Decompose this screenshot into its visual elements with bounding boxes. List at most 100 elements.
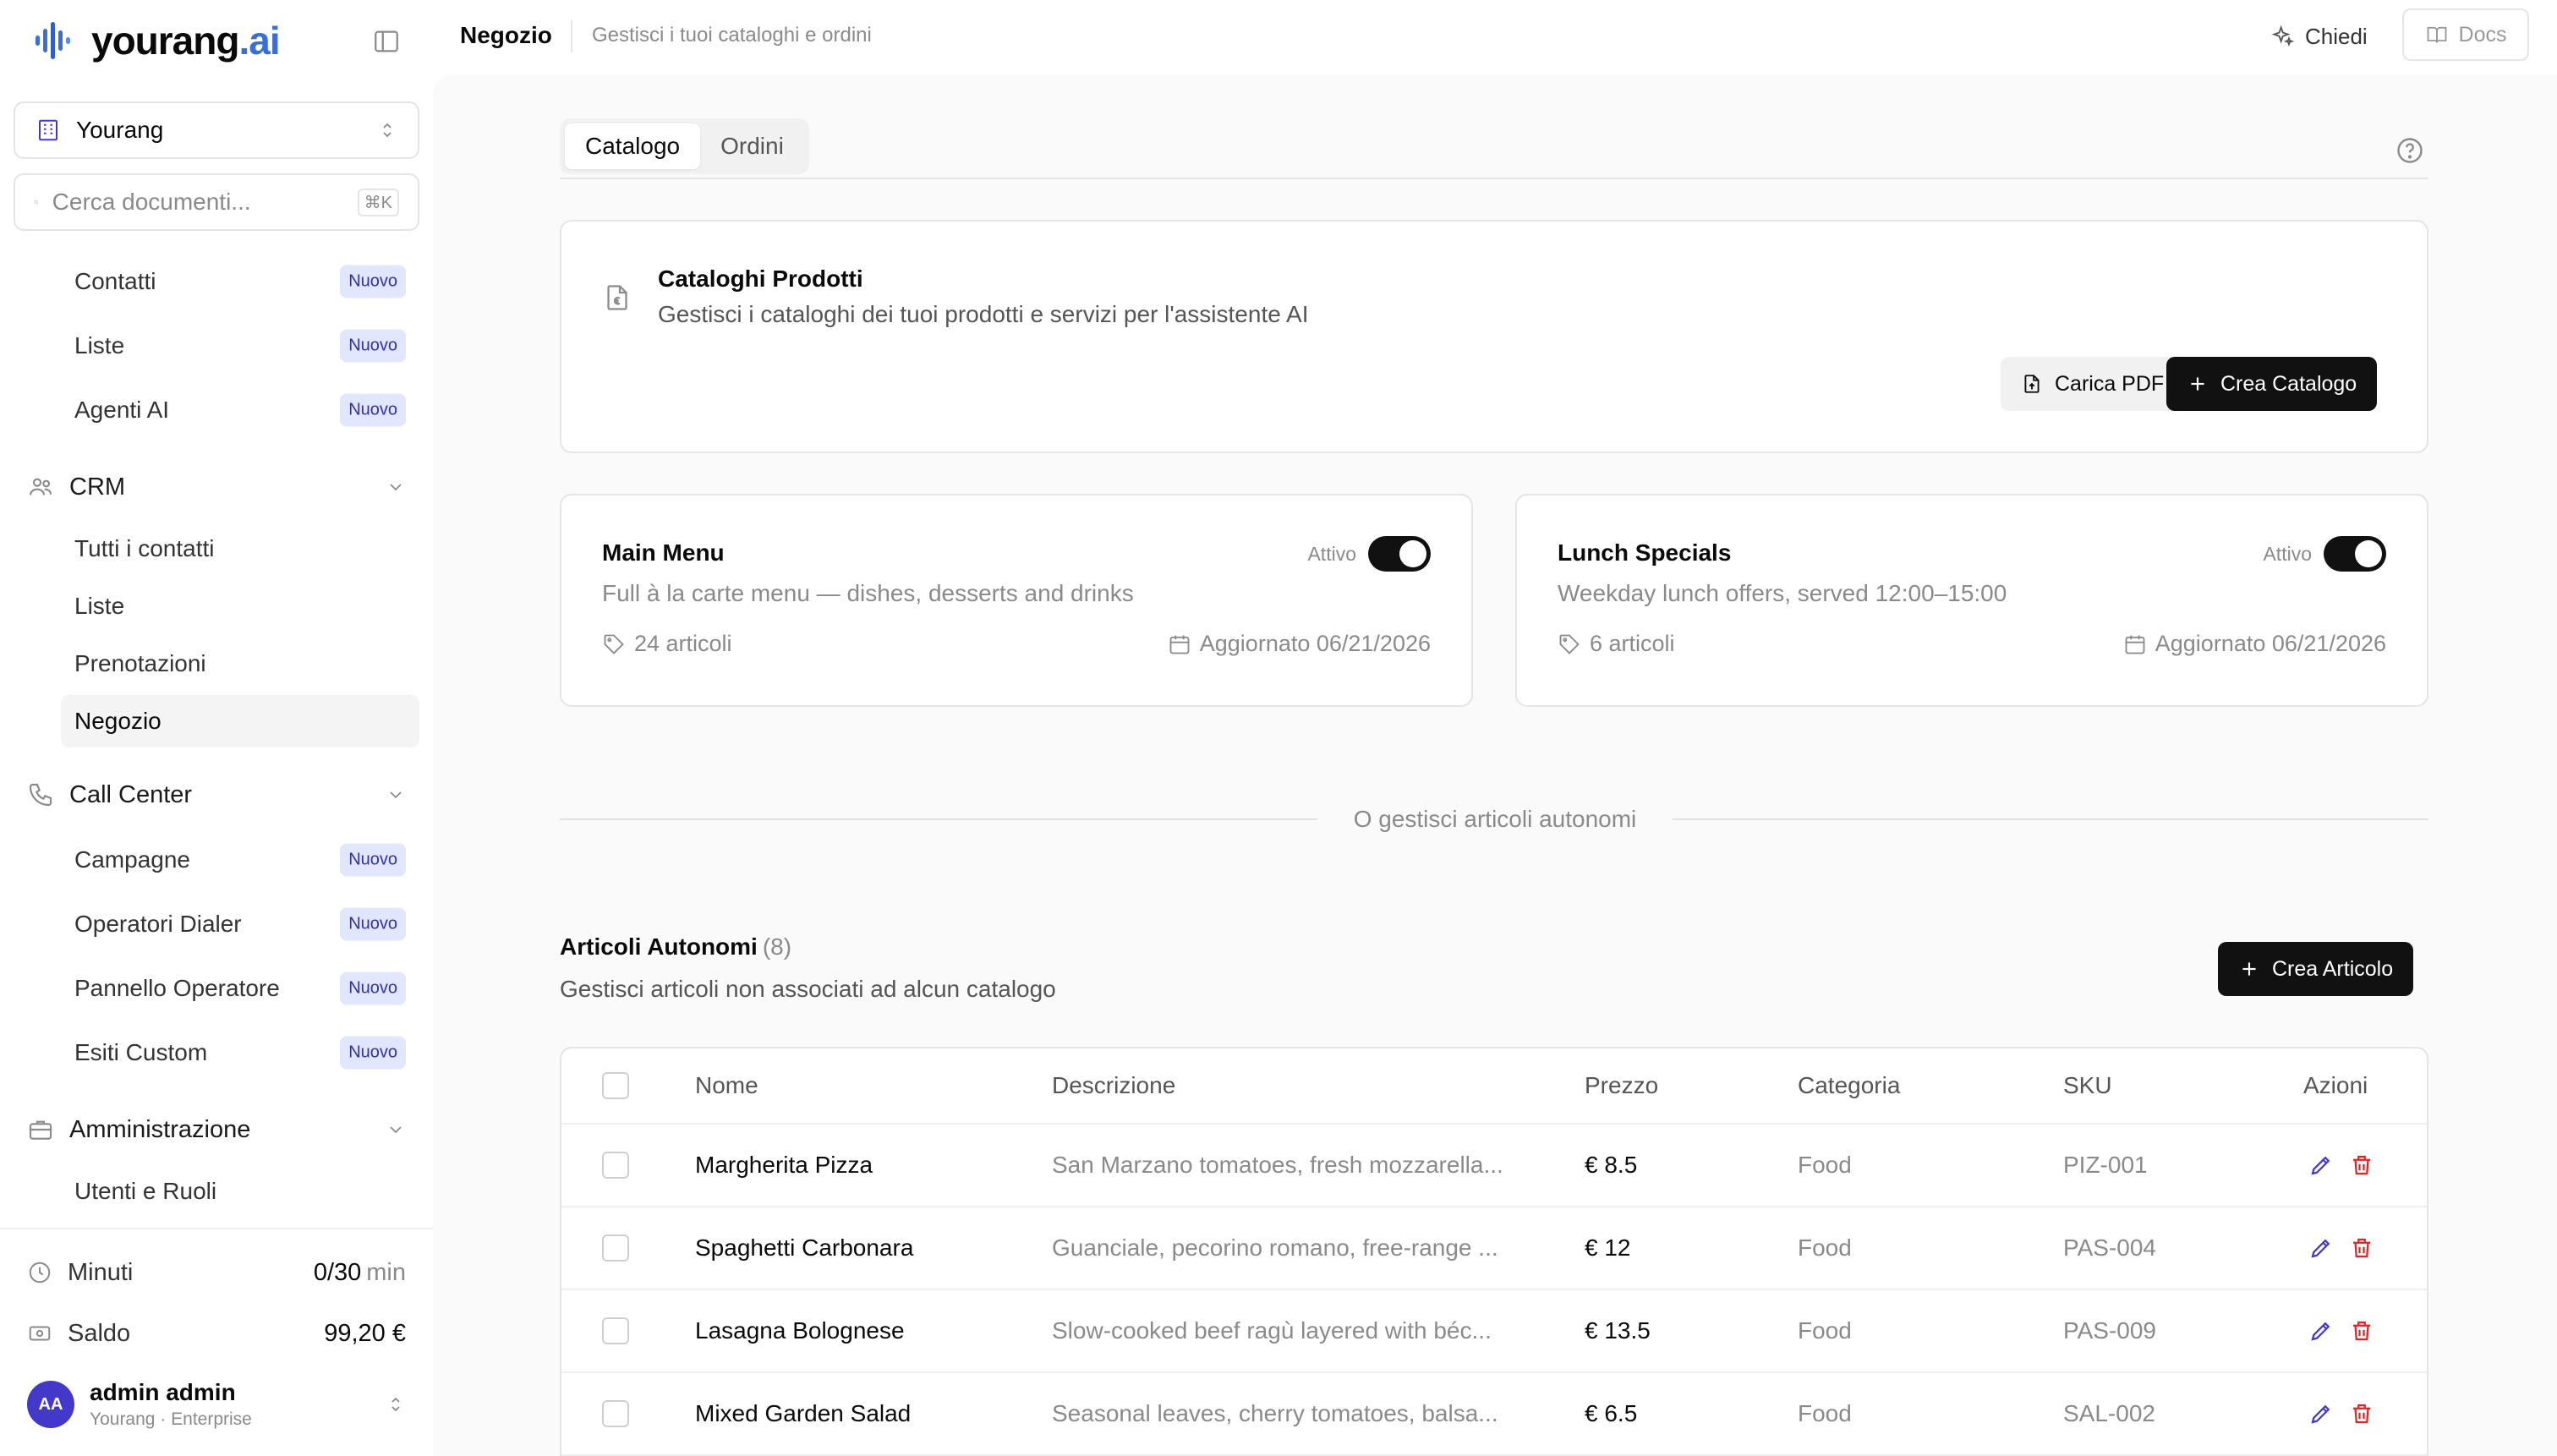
- new-badge: Nuovo: [340, 265, 406, 298]
- trash-icon[interactable]: [2349, 1318, 2374, 1344]
- ask-button[interactable]: Chiedi: [2271, 17, 2368, 56]
- catalog-card-main-menu[interactable]: Main Menu Attivo Full à la carte menu — …: [560, 494, 1473, 707]
- chevron-up-down-icon: [383, 123, 391, 138]
- new-badge: Nuovo: [340, 1036, 406, 1070]
- catalog-active-toggle[interactable]: [2324, 536, 2386, 572]
- edit-pencil-icon[interactable]: [2308, 1235, 2334, 1261]
- new-badge: Nuovo: [340, 907, 406, 941]
- row-checkbox[interactable]: [602, 1234, 629, 1262]
- item-name: Mixed Garden Salad: [695, 1400, 912, 1426]
- catalogs-description: Gestisci i cataloghi dei tuoi prodotti e…: [658, 301, 1309, 327]
- catalog-status: Attivo: [2263, 543, 2312, 565]
- new-badge: Nuovo: [340, 972, 406, 1005]
- sidebar-item-liste[interactable]: Liste Nuovo: [61, 320, 419, 372]
- column-header-descrizione[interactable]: Descrizione: [1052, 1048, 1542, 1123]
- sidebar-item-prenotazioni[interactable]: Prenotazioni: [61, 638, 419, 690]
- column-header-nome[interactable]: Nome: [695, 1048, 758, 1123]
- chevron-down-icon: [390, 1126, 402, 1134]
- item-sku: PIZ-001: [2063, 1152, 2148, 1178]
- row-checkbox[interactable]: [602, 1317, 629, 1344]
- users-icon: [29, 478, 52, 495]
- sidebar-item-crm-liste[interactable]: Liste: [61, 580, 419, 632]
- edit-pencil-icon[interactable]: [2308, 1401, 2334, 1426]
- sidebar-group-amministrazione[interactable]: Amministrazione: [27, 1104, 419, 1155]
- docs-button[interactable]: Docs: [2402, 8, 2529, 61]
- book-open-icon: [2427, 26, 2446, 43]
- page-subtitle: Gestisci i tuoi cataloghi e ordini: [592, 24, 872, 47]
- banknote-icon: [29, 1326, 51, 1341]
- table-row[interactable]: Spaghetti Carbonara Guanciale, pecorino …: [561, 1207, 2427, 1290]
- trash-icon[interactable]: [2349, 1235, 2374, 1261]
- sidebar-item-tutti-i-contatti[interactable]: Tutti i contatti: [61, 523, 419, 575]
- new-badge: Nuovo: [340, 329, 406, 363]
- help-button[interactable]: [2395, 135, 2425, 166]
- sidebar-item-esiti-custom[interactable]: Esiti Custom Nuovo: [61, 1026, 419, 1079]
- minutes-usage: Minuti 0/30 min: [27, 1251, 406, 1294]
- item-name: Margherita Pizza: [695, 1152, 873, 1178]
- item-sku: PAS-004: [2063, 1234, 2156, 1261]
- catalog-updated: Aggiornato 06/21/2026: [1168, 631, 1431, 657]
- sidebar-item-agenti-ai[interactable]: Agenti AI Nuovo: [61, 384, 419, 436]
- file-euro-icon: [607, 285, 627, 310]
- trash-icon[interactable]: [2349, 1401, 2374, 1426]
- select-all-checkbox[interactable]: [602, 1072, 629, 1099]
- create-item-button[interactable]: Crea Articolo: [2218, 942, 2414, 996]
- workspace-name: Yourang: [76, 117, 164, 143]
- item-price: € 13.5: [1585, 1317, 1651, 1344]
- row-checkbox[interactable]: [602, 1400, 629, 1427]
- search-box[interactable]: ⌘K: [14, 173, 419, 231]
- table-row[interactable]: Mixed Garden Salad Seasonal leaves, cher…: [561, 1373, 2427, 1456]
- column-header-prezzo[interactable]: Prezzo: [1585, 1048, 1658, 1123]
- catalog-active-toggle[interactable]: [1368, 536, 1431, 572]
- table-row[interactable]: Margherita Pizza San Marzano tomatoes, f…: [561, 1125, 2427, 1207]
- catalog-description: Weekday lunch offers, served 12:00–15:00: [1558, 580, 2007, 606]
- catalog-card-lunch-specials[interactable]: Lunch Specials Attivo Weekday lunch offe…: [1515, 494, 2428, 707]
- item-sku: SAL-002: [2063, 1400, 2155, 1426]
- avatar: AA: [27, 1381, 74, 1428]
- tab-ordini[interactable]: Ordini: [700, 123, 804, 169]
- tag-icon: [1559, 634, 1580, 654]
- column-header-sku[interactable]: SKU: [2063, 1048, 2112, 1123]
- item-description: Slow-cooked beef ragù layered with béc..…: [1052, 1317, 1492, 1344]
- sparkles-icon: [2271, 25, 2295, 47]
- item-price: € 6.5: [1585, 1400, 1638, 1426]
- plus-icon: [2242, 962, 2256, 976]
- sidebar-item-negozio[interactable]: Negozio: [61, 695, 419, 747]
- user-plan: Yourang · Enterprise: [90, 1409, 252, 1429]
- column-header-azioni: Azioni: [2303, 1072, 2368, 1098]
- table-row[interactable]: Lasagna Bolognese Slow-cooked beef ragù …: [561, 1290, 2427, 1373]
- sidebar-item-pannello-operatore[interactable]: Pannello Operatore Nuovo: [61, 962, 419, 1015]
- catalog-item-count: 24 articoli: [602, 631, 732, 657]
- item-name: Spaghetti Carbonara: [695, 1234, 914, 1261]
- sidebar-item-utenti-e-ruoli[interactable]: Utenti e Ruoli: [61, 1165, 419, 1218]
- item-category: Food: [1798, 1234, 1852, 1261]
- brand-logo[interactable]: yourang.ai: [34, 15, 281, 66]
- sidebar-toggle-button[interactable]: [372, 27, 401, 56]
- chevron-down-icon: [390, 484, 402, 491]
- tab-catalogo[interactable]: Catalogo: [565, 123, 701, 169]
- table-header-row: Nome Descrizione Prezzo Categoria SKU Az…: [561, 1048, 2427, 1125]
- row-checkbox[interactable]: [602, 1152, 629, 1179]
- user-menu[interactable]: AA admin admin Yourang · Enterprise: [27, 1377, 406, 1432]
- sidebar-group-call-center[interactable]: Call Center: [27, 769, 419, 820]
- item-price: € 8.5: [1585, 1152, 1638, 1178]
- standalone-title: Articoli Autonomi (8): [560, 933, 792, 960]
- upload-pdf-button[interactable]: Carica PDF: [2001, 357, 2185, 411]
- sidebar-item-contatti[interactable]: Contatti Nuovo: [61, 255, 419, 308]
- edit-pencil-icon[interactable]: [2308, 1152, 2334, 1178]
- sidebar-group-crm[interactable]: CRM: [27, 462, 419, 512]
- title-separator: [571, 20, 572, 52]
- workspace-switcher[interactable]: Yourang: [14, 101, 419, 159]
- item-sku: PAS-009: [2063, 1317, 2156, 1344]
- search-input[interactable]: [52, 189, 358, 216]
- user-name: admin admin: [90, 1379, 236, 1405]
- sidebar-item-operatori-dialer[interactable]: Operatori Dialer Nuovo: [61, 898, 419, 950]
- column-header-categoria[interactable]: Categoria: [1798, 1048, 1900, 1123]
- create-catalog-button[interactable]: Crea Catalogo: [2166, 357, 2378, 411]
- top-bar: Negozio Gestisci i tuoi cataloghi e ordi…: [433, 0, 2557, 74]
- tag-icon: [604, 634, 624, 654]
- trash-icon[interactable]: [2349, 1152, 2374, 1178]
- sidebar-item-campagne[interactable]: Campagne Nuovo: [61, 834, 419, 886]
- catalog-title: Lunch Specials: [1558, 539, 1732, 566]
- edit-pencil-icon[interactable]: [2308, 1318, 2334, 1344]
